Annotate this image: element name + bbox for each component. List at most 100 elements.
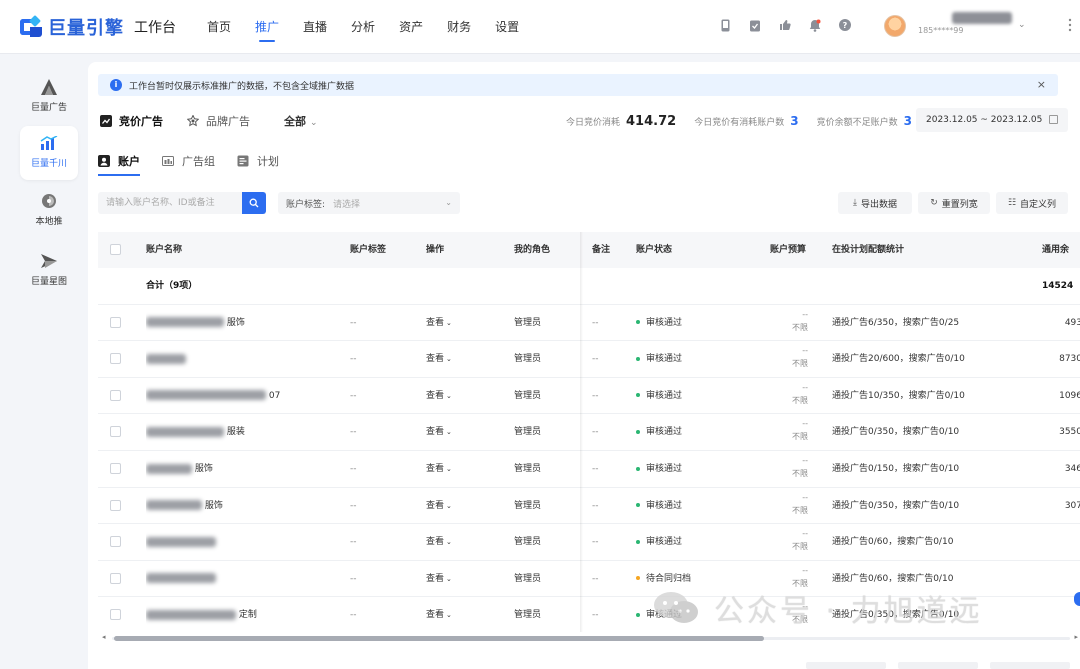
nav-settings[interactable]: 设置 xyxy=(495,0,519,54)
row-checkbox[interactable] xyxy=(110,353,121,365)
view-action[interactable]: 查看 ⌄ xyxy=(426,378,452,414)
view-action[interactable]: 查看 ⌄ xyxy=(426,488,452,524)
column-header-tag[interactable]: 账户标签 xyxy=(350,232,386,268)
column-header-operation[interactable]: 操作 xyxy=(426,232,444,268)
balance-cell: 346 xyxy=(1064,464,1080,474)
account-name-cell[interactable]: 07 xyxy=(146,378,336,414)
account-name-cell[interactable]: 服饰 xyxy=(146,451,336,487)
view-action[interactable]: 查看 ⌄ xyxy=(426,305,452,341)
clipboard-icon[interactable] xyxy=(748,18,762,32)
account-name-cell[interactable] xyxy=(146,561,336,597)
scroll-thumb[interactable] xyxy=(114,636,764,641)
account-tag-select[interactable]: 账户标签: 请选择 ⌄ xyxy=(278,192,460,214)
chevron-down-icon: ⌄ xyxy=(446,318,452,327)
low-balance-count[interactable]: 3 xyxy=(904,114,912,128)
row-checkbox[interactable] xyxy=(110,536,121,548)
account-name-cell[interactable]: 服饰 xyxy=(146,488,336,524)
view-action[interactable]: 查看 ⌄ xyxy=(426,561,452,597)
column-header-quota[interactable]: 在投计划配额统计 xyxy=(832,232,904,268)
avatar[interactable] xyxy=(884,15,906,37)
nav-home[interactable]: 首页 xyxy=(207,0,231,54)
tab-adgroup[interactable]: 广告组 xyxy=(162,152,215,170)
row-checkbox[interactable] xyxy=(110,426,121,438)
table-row[interactable]: 服装 -- 查看 ⌄ 管理员 -- 审核通过 -- 不限 通投广告0/350，搜索广告0/10 35… xyxy=(98,414,1080,451)
row-checkbox[interactable] xyxy=(110,609,121,621)
xingtu-icon xyxy=(40,252,58,270)
select-all-checkbox[interactable] xyxy=(110,244,121,255)
horizontal-scrollbar[interactable]: ◂ ▸ xyxy=(98,633,1078,642)
view-action[interactable]: 查看 ⌄ xyxy=(426,414,452,450)
row-checkbox[interactable] xyxy=(110,316,121,328)
close-icon[interactable]: × xyxy=(1037,78,1046,91)
account-name-cell[interactable]: 服饰 xyxy=(146,305,336,341)
user-info[interactable]: 185*****99 xyxy=(918,12,1018,35)
brand-logo[interactable]: 巨量引擎 工作台 xyxy=(20,14,176,40)
view-action[interactable]: 查看 ⌄ xyxy=(426,451,452,487)
budget-limit: 不限 xyxy=(792,505,808,515)
export-button[interactable]: ⤓ 导出数据 xyxy=(838,192,912,214)
search-button[interactable] xyxy=(242,192,266,214)
view-action[interactable]: 查看 ⌄ xyxy=(426,341,452,377)
account-name-cell[interactable]: 定制 xyxy=(146,597,336,632)
view-action[interactable]: 查看 ⌄ xyxy=(426,524,452,560)
nav-promotion[interactable]: 推广 xyxy=(255,0,279,54)
nav-analysis[interactable]: 分析 xyxy=(351,0,375,54)
sidebar-item-local[interactable]: 本地推 xyxy=(20,184,78,238)
row-checkbox[interactable] xyxy=(110,572,121,584)
account-name-cell[interactable]: 服装 xyxy=(146,414,336,450)
sidebar-item-qianchuan[interactable]: 巨量千川 xyxy=(20,126,78,180)
refresh-icon: ↻ xyxy=(930,198,938,208)
chevron-down-icon[interactable]: ⌄ xyxy=(1018,20,1026,30)
scroll-left-icon[interactable]: ◂ xyxy=(102,633,106,641)
column-header-note[interactable]: 备注 xyxy=(592,232,610,268)
scope-select[interactable]: 全部 ⌄ xyxy=(284,113,318,129)
status-label: 审核通过 xyxy=(646,537,683,548)
account-search-input[interactable] xyxy=(98,192,266,214)
date-range-picker[interactable]: 2023.12.05 ~ 2023.12.05 xyxy=(916,108,1068,132)
table-row[interactable]: 服饰 -- 查看 ⌄ 管理员 -- 审核通过 -- 不限 通投广告0/150，搜索广告0/10 34… xyxy=(98,451,1080,488)
tab-account[interactable]: 账户 xyxy=(98,152,140,170)
tag-select-placeholder: 请选择 xyxy=(333,199,361,210)
column-header-name[interactable]: 账户名称 xyxy=(146,232,182,268)
sidebar-item-xingtu[interactable]: 巨量星图 xyxy=(20,244,78,298)
account-name-cell[interactable] xyxy=(146,341,336,377)
table-row[interactable]: 服饰 -- 查看 ⌄ 管理员 -- 审核通过 -- 不限 通投广告0/350，搜索广告0/10 30… xyxy=(98,488,1080,525)
apps-grid-icon[interactable] xyxy=(1068,18,1078,32)
table-row[interactable]: -- 查看 ⌄ 管理员 -- 审核通过 -- 不限 通投广告0/60，搜索广告0/10 xyxy=(98,524,1080,561)
column-header-role[interactable]: 我的角色 xyxy=(514,232,550,268)
row-checkbox[interactable] xyxy=(110,463,121,474)
row-checkbox[interactable] xyxy=(110,389,121,401)
row-checkbox[interactable] xyxy=(110,499,121,511)
column-header-status[interactable]: 账户状态 xyxy=(636,232,672,268)
thumb-icon[interactable] xyxy=(778,18,792,32)
help-icon[interactable]: ? xyxy=(838,18,852,32)
adgroup-icon xyxy=(162,156,174,166)
phone-icon[interactable] xyxy=(718,18,732,32)
nav-finance[interactable]: 财务 xyxy=(447,0,471,54)
sidebar-item-label: 巨量星图 xyxy=(30,277,67,287)
nav-assets[interactable]: 资产 xyxy=(399,0,423,54)
reset-width-button[interactable]: ↻ 重置列宽 xyxy=(918,192,990,214)
entity-tabs: 账户 广告组 计划 xyxy=(98,152,301,170)
tab-plan[interactable]: 计划 xyxy=(237,152,279,170)
table-row[interactable]: 07 -- 查看 ⌄ 管理员 -- 审核通过 -- 不限 通投广告10/350，搜索广告0/10 1… xyxy=(98,378,1080,415)
customize-columns-button[interactable]: ☷ 自定义列 xyxy=(996,192,1068,214)
view-action[interactable]: 查看 ⌄ xyxy=(426,597,452,632)
note-cell: -- xyxy=(592,317,599,328)
table-row[interactable]: -- 查看 ⌄ 管理员 -- 审核通过 -- 不限 通投广告20/600，搜索广告0/10 873… xyxy=(98,341,1080,378)
floating-help-tab[interactable] xyxy=(1074,592,1080,606)
column-header-budget[interactable]: 账户预算 xyxy=(770,232,806,268)
tab-bidding-ads[interactable]: 竞价广告 xyxy=(100,113,163,129)
account-name-blurred xyxy=(146,317,224,328)
column-header-balance[interactable]: 通用余 xyxy=(1042,232,1069,268)
account-name-cell[interactable] xyxy=(146,524,336,560)
sidebar-item-ad[interactable]: 巨量广告 xyxy=(20,70,78,124)
scroll-right-icon[interactable]: ▸ xyxy=(1074,633,1078,641)
nav-live[interactable]: 直播 xyxy=(303,0,327,54)
table-row[interactable]: 服饰 -- 查看 ⌄ 管理员 -- 审核通过 -- 不限 通投广告6/350，搜索广告0/25 49… xyxy=(98,305,1080,342)
account-name-blurred xyxy=(146,353,186,364)
active-accounts-count[interactable]: 3 xyxy=(790,114,798,128)
tab-brand-ads[interactable]: 品牌广告 xyxy=(187,113,250,129)
account-tag-cell: -- xyxy=(350,317,357,328)
bell-icon[interactable] xyxy=(808,18,822,32)
